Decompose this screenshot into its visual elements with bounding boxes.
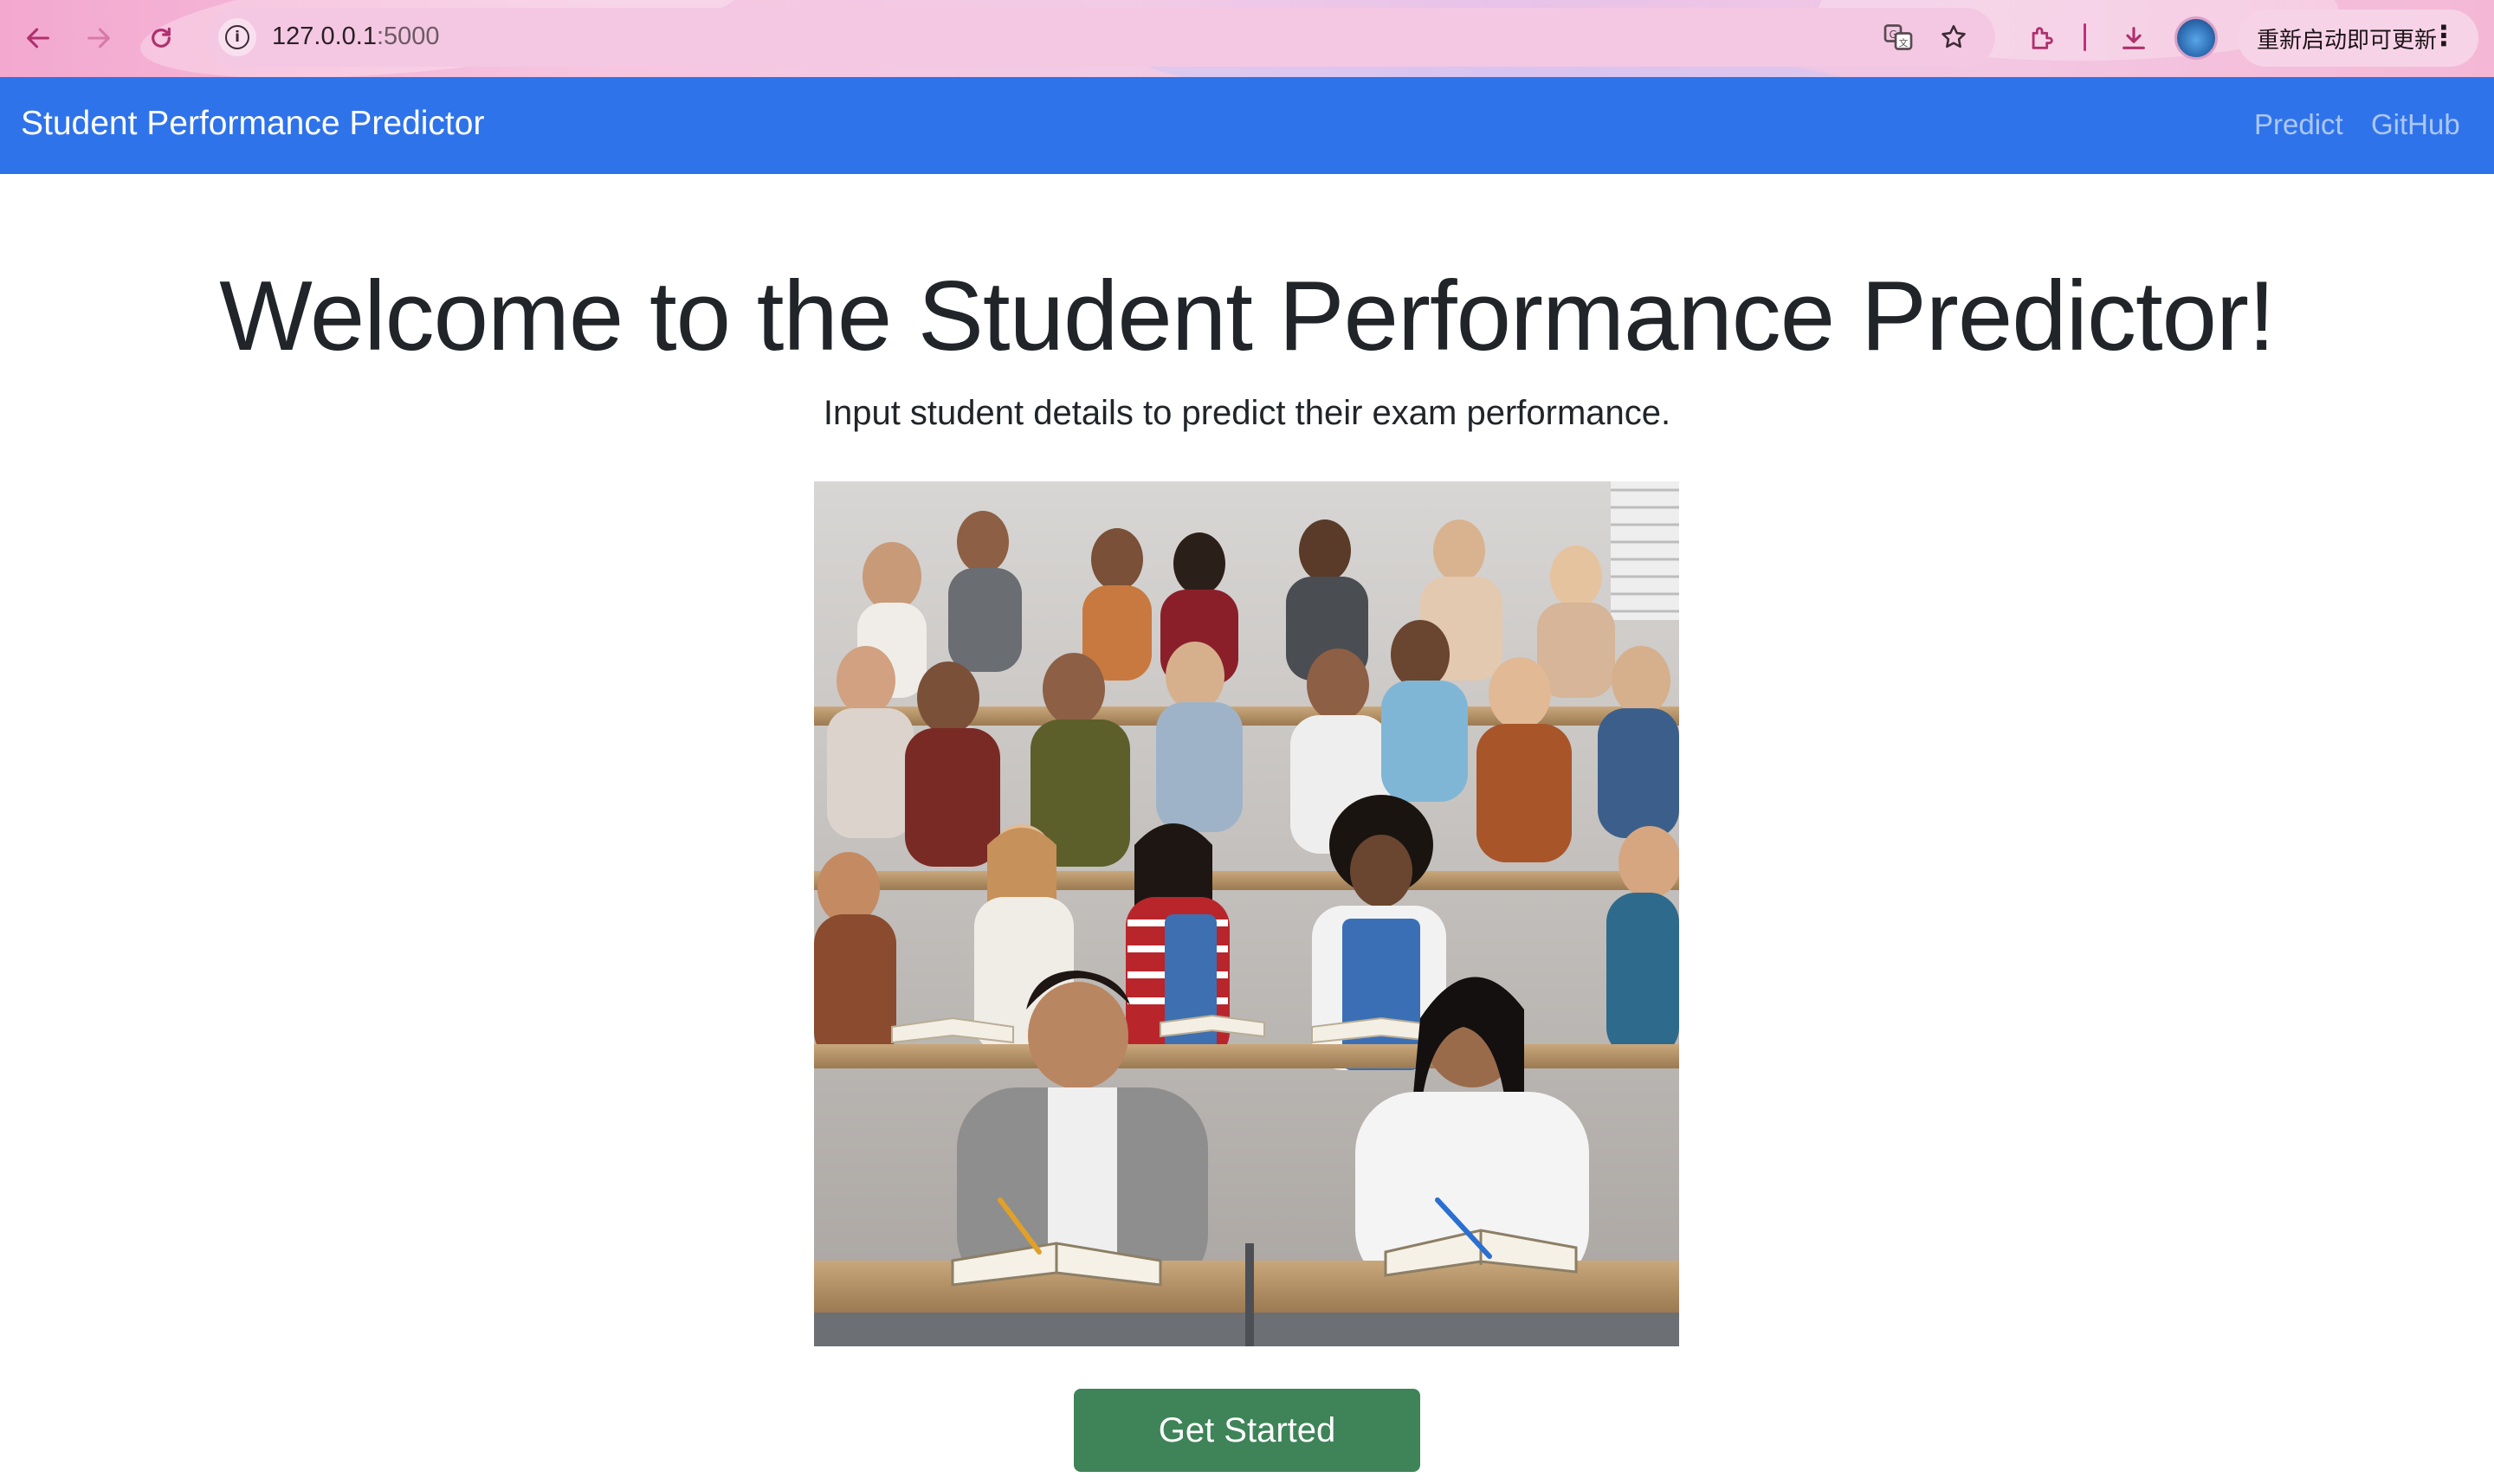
site-info-icon[interactable]: i	[218, 18, 256, 56]
get-started-button[interactable]: Get Started	[1074, 1389, 1420, 1472]
extensions-icon[interactable]	[2021, 17, 2063, 59]
nav-link-predict[interactable]: Predict	[2254, 108, 2343, 141]
download-icon[interactable]	[2113, 17, 2155, 59]
svg-text:文: 文	[1899, 37, 1909, 48]
address-bar[interactable]: i 127.0.0.1:5000 G文	[206, 8, 1995, 67]
back-arrow-icon[interactable]	[16, 16, 61, 61]
reload-icon[interactable]	[139, 16, 184, 61]
update-button-label: 重新启动即可更新	[2257, 27, 2438, 54]
navbar-brand[interactable]: Student Performance Predictor	[21, 105, 484, 143]
browser-toolbar: i 127.0.0.1:5000 G文 重新启动即可更新 ⋮	[0, 0, 2494, 77]
page-subtitle: Input student details to predict their e…	[823, 394, 1671, 432]
url-text[interactable]: 127.0.0.1:5000	[272, 23, 440, 51]
nav-link-github[interactable]: GitHub	[2371, 108, 2460, 141]
forward-arrow-icon[interactable]	[76, 16, 121, 61]
update-button[interactable]: 重新启动即可更新 ⋮	[2238, 10, 2478, 67]
translate-icon[interactable]: G文	[1881, 20, 1916, 55]
bookmark-star-icon[interactable]	[1936, 20, 1971, 55]
classroom-image	[814, 481, 1679, 1346]
page-title: Welcome to the Student Performance Predi…	[219, 261, 2275, 371]
toolbar-separator	[2084, 23, 2086, 51]
profile-avatar[interactable]	[2174, 16, 2218, 60]
app-navbar: Student Performance Predictor Predict Gi…	[0, 77, 2494, 174]
more-menu-icon[interactable]: ⋮	[2430, 22, 2458, 49]
